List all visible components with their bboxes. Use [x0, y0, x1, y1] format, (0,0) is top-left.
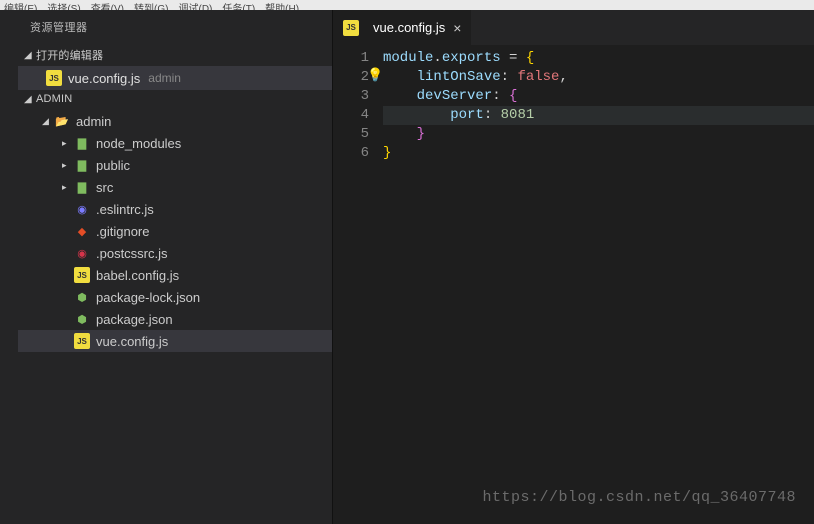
- file-row[interactable]: JS vue.config.js: [18, 330, 332, 352]
- explorer-title: 资源管理器: [18, 10, 332, 44]
- chevron-right-icon: ▸: [62, 160, 74, 171]
- open-editor-filename: vue.config.js: [68, 71, 140, 86]
- file-icon: ⬢: [74, 289, 90, 305]
- chevron-down-icon: ◢: [24, 94, 36, 105]
- menubar: 编辑(E) 选择(S) 查看(V) 转到(G) 调试(D) 任务(T) 帮助(H): [0, 0, 814, 10]
- tree-item-label: package-lock.json: [96, 290, 200, 305]
- file-icon: 📂: [54, 113, 70, 129]
- workspace-header[interactable]: ◢ ADMIN: [18, 90, 332, 108]
- folder-row[interactable]: ▸▇ node_modules: [18, 132, 332, 154]
- tree-item-label: vue.config.js: [96, 334, 168, 349]
- tree-item-label: admin: [76, 114, 111, 129]
- code-content: module.exports = { lintOnSave: false, de…: [383, 49, 814, 524]
- line-number: 6: [333, 144, 369, 163]
- menu-item[interactable]: 选择(S): [47, 0, 80, 10]
- folder-row[interactable]: ▸▇ src: [18, 176, 332, 198]
- menu-item[interactable]: 编辑(E): [4, 0, 37, 10]
- tree-item-label: package.json: [96, 312, 173, 327]
- line-number: 3: [333, 87, 369, 106]
- file-icon: ⬢: [74, 311, 90, 327]
- menu-item[interactable]: 调试(D): [178, 0, 212, 10]
- code-editor[interactable]: 💡 123456 module.exports = { lintOnSave: …: [333, 45, 814, 524]
- tree-item-label: public: [96, 158, 130, 173]
- folder-row[interactable]: ▸▇ public: [18, 154, 332, 176]
- menu-item[interactable]: 任务(T): [222, 0, 255, 10]
- file-row[interactable]: ◆ .gitignore: [18, 220, 332, 242]
- line-number: 2: [333, 68, 369, 87]
- tab-filename: vue.config.js: [373, 20, 445, 35]
- open-editors-header[interactable]: ◢ 打开的编辑器: [18, 44, 332, 66]
- tree-item-label: .gitignore: [96, 224, 149, 239]
- file-icon: ◉: [74, 245, 90, 261]
- menu-item[interactable]: 转到(G): [134, 0, 168, 10]
- chevron-right-icon: ▸: [62, 182, 74, 193]
- editor-group: JS vue.config.js × 💡 123456 module.expor…: [332, 10, 814, 524]
- line-number: 1: [333, 49, 369, 68]
- chevron-down-icon: ◢: [24, 50, 36, 61]
- tree-item-label: babel.config.js: [96, 268, 179, 283]
- line-numbers: 123456: [333, 49, 383, 524]
- tree-item-label: src: [96, 180, 113, 195]
- file-row[interactable]: JS babel.config.js: [18, 264, 332, 286]
- menu-item[interactable]: 帮助(H): [265, 0, 299, 10]
- file-icon: JS: [74, 267, 90, 283]
- file-icon: ▇: [74, 157, 90, 173]
- file-icon: JS: [74, 333, 90, 349]
- file-icon: ▇: [74, 135, 90, 151]
- chevron-right-icon: ▸: [62, 138, 74, 149]
- js-file-icon: JS: [343, 20, 359, 36]
- file-row[interactable]: ◉ .postcssrc.js: [18, 242, 332, 264]
- open-editor-path: admin: [148, 71, 181, 85]
- file-row[interactable]: ⬢ package.json: [18, 308, 332, 330]
- file-row[interactable]: ◉ .eslintrc.js: [18, 198, 332, 220]
- open-editor-item[interactable]: JS vue.config.js admin: [18, 66, 332, 90]
- open-editors-label: 打开的编辑器: [36, 47, 103, 63]
- tree-item-label: node_modules: [96, 136, 181, 151]
- file-icon: ◉: [74, 201, 90, 217]
- tree-item-label: .eslintrc.js: [96, 202, 154, 217]
- close-icon[interactable]: ×: [453, 20, 461, 36]
- tab-bar: JS vue.config.js ×: [333, 10, 814, 45]
- tree-item-label: .postcssrc.js: [96, 246, 168, 261]
- workspace-name: ADMIN: [36, 93, 72, 105]
- chevron-down-icon: ◢: [42, 116, 54, 127]
- folder-row[interactable]: ◢📂 admin: [18, 110, 332, 132]
- file-icon: ▇: [74, 179, 90, 195]
- file-tree: ◢📂admin▸▇node_modules▸▇public▸▇src◉.esli…: [18, 108, 332, 352]
- editor-tab[interactable]: JS vue.config.js ×: [333, 10, 472, 45]
- file-row[interactable]: ⬢ package-lock.json: [18, 286, 332, 308]
- explorer-sidebar: 资源管理器 ◢ 打开的编辑器 JS vue.config.js admin ◢ …: [0, 10, 332, 524]
- lightbulb-icon[interactable]: 💡: [367, 68, 383, 83]
- line-number: 4: [333, 106, 369, 125]
- line-number: 5: [333, 125, 369, 144]
- js-file-icon: JS: [46, 70, 62, 86]
- menu-item[interactable]: 查看(V): [91, 0, 124, 10]
- file-icon: ◆: [74, 223, 90, 239]
